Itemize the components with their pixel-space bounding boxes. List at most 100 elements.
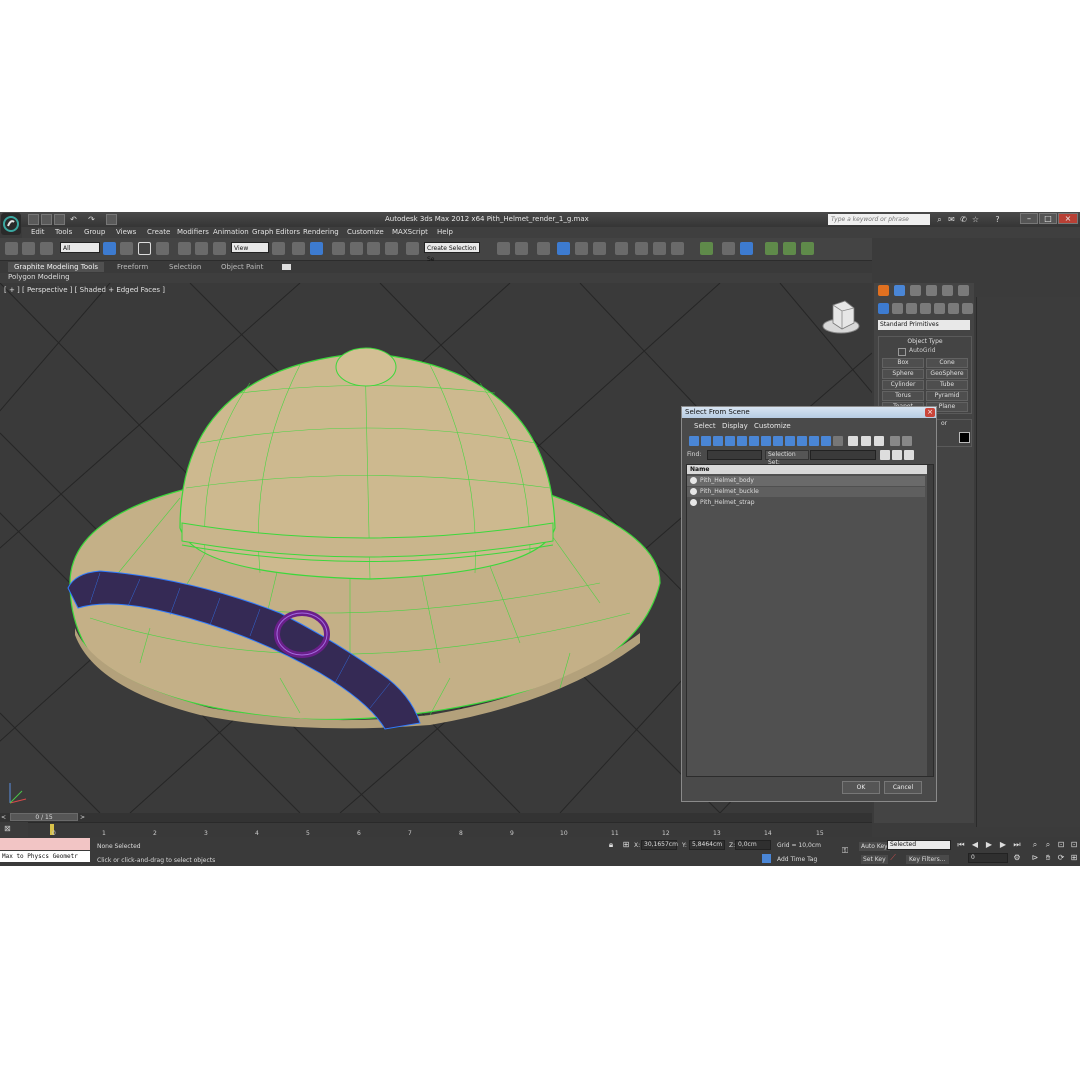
mini-curve-editor-icon[interactable]: ⊠: [4, 824, 18, 835]
schematic-view-icon[interactable]: [593, 242, 606, 255]
menu-graph-editors[interactable]: Graph Editors: [252, 228, 300, 236]
tab-graphite-modeling-tools[interactable]: Graphite Modeling Tools: [8, 262, 105, 272]
menu-group[interactable]: Group: [84, 228, 105, 236]
menu-help[interactable]: Help: [437, 228, 453, 236]
move-icon[interactable]: [178, 242, 191, 255]
auto-key-button[interactable]: Auto Key: [859, 842, 890, 851]
tube-button[interactable]: Tube: [926, 380, 968, 390]
tab-polygon-modeling[interactable]: Polygon Modeling: [8, 273, 70, 281]
list-item[interactable]: Pith_Helmet_body: [687, 476, 925, 486]
display-shapes-icon[interactable]: [701, 436, 711, 446]
pyramid-button[interactable]: Pyramid: [926, 391, 968, 401]
curve-editor-icon[interactable]: [575, 242, 588, 255]
track-bar[interactable]: 0 1 2 3 4 5 6 7 8 9 10 11 12 13 14 15: [28, 822, 872, 838]
new-file-icon[interactable]: [28, 214, 39, 225]
undo-icon[interactable]: ↶: [68, 214, 79, 225]
ok-button[interactable]: OK: [842, 781, 880, 794]
object-list[interactable]: Name Pith_Helmet_body Pith_Helmet_buckle…: [686, 464, 934, 777]
select-manipulate-icon[interactable]: [292, 242, 305, 255]
torus-button[interactable]: Torus: [882, 391, 924, 401]
box-button[interactable]: Box: [882, 358, 924, 368]
motion-tab-icon[interactable]: [926, 285, 937, 296]
key-filters-button[interactable]: Key Filters...: [906, 855, 949, 864]
app-logo-icon[interactable]: [1, 213, 21, 235]
list-item[interactable]: Pith_Helmet_strap: [687, 498, 925, 508]
maxscript-listener-output[interactable]: [0, 838, 90, 850]
window-crossing-icon[interactable]: [156, 242, 169, 255]
time-slider[interactable]: < 0 / 15 >: [0, 813, 872, 822]
render-production-icon[interactable]: [671, 242, 684, 255]
display-groups-icon[interactable]: [761, 436, 771, 446]
geosphere-button[interactable]: GeoSphere: [926, 369, 968, 379]
selection-set-add-icon[interactable]: [880, 450, 890, 460]
select-object-icon[interactable]: [103, 242, 116, 255]
help-icon[interactable]: ?: [992, 214, 1003, 225]
unlink-icon[interactable]: [22, 242, 35, 255]
filter-options-icon[interactable]: [902, 436, 912, 446]
redo-icon[interactable]: ↷: [86, 214, 97, 225]
selection-set-remove-icon[interactable]: [892, 450, 902, 460]
graphite-toggle-icon[interactable]: [557, 242, 570, 255]
list-item[interactable]: Pith_Helmet_buckle: [687, 487, 925, 497]
add-time-tag-button[interactable]: Add Time Tag: [777, 856, 817, 863]
display-none-icon[interactable]: [848, 436, 858, 446]
pan-view-icon[interactable]: ✋︎: [1043, 853, 1053, 863]
shapes-icon[interactable]: [892, 303, 903, 314]
create-tab-icon[interactable]: [878, 285, 889, 296]
reference-coordinate-select[interactable]: View: [231, 242, 269, 253]
display-geometry-icon[interactable]: [689, 436, 699, 446]
primitive-category-select[interactable]: Standard Primitives: [878, 320, 970, 330]
name-color-title[interactable]: or: [941, 420, 947, 427]
link-icon[interactable]: [5, 242, 18, 255]
filter-icon[interactable]: [890, 436, 900, 446]
maxscript-listener-input[interactable]: Max to Physcs Geometr: [0, 851, 90, 862]
extra-tool-6-icon[interactable]: [801, 242, 814, 255]
set-key-mode-icon[interactable]: ⟋: [888, 853, 898, 863]
display-all-icon[interactable]: [833, 436, 843, 446]
play-icon[interactable]: ▶: [984, 840, 994, 850]
tab-freeform[interactable]: Freeform: [117, 262, 148, 272]
find-input[interactable]: [707, 450, 762, 460]
sphere-button[interactable]: Sphere: [882, 369, 924, 379]
named-selection-select[interactable]: Create Selection Se: [424, 242, 480, 263]
bind-space-warp-icon[interactable]: [40, 242, 53, 255]
snap-toggle-icon[interactable]: [332, 242, 345, 255]
orbit-icon[interactable]: ⟳: [1056, 853, 1066, 863]
space-warps-icon[interactable]: [948, 303, 959, 314]
search-input[interactable]: Type a keyword or phrase: [828, 214, 930, 225]
systems-icon[interactable]: [962, 303, 973, 314]
current-frame-field[interactable]: 0: [968, 853, 1008, 863]
tab-selection[interactable]: Selection: [169, 262, 201, 272]
selection-set-options-icon[interactable]: [904, 450, 914, 460]
cylinder-button[interactable]: Cylinder: [882, 380, 924, 390]
dialog-menu-customize[interactable]: Customize: [754, 422, 791, 430]
edit-named-selection-icon[interactable]: [406, 242, 419, 255]
open-file-icon[interactable]: [41, 214, 52, 225]
dialog-menu-display[interactable]: Display: [722, 422, 748, 430]
y-coordinate-field[interactable]: 5,8464cm: [689, 840, 725, 850]
cameras-icon[interactable]: [920, 303, 931, 314]
minimize-button[interactable]: –: [1020, 213, 1038, 224]
layer-manager-icon[interactable]: [537, 242, 550, 255]
ribbon-options-icon[interactable]: [282, 264, 291, 270]
subscription-icon[interactable]: ✉: [946, 214, 957, 225]
display-cameras-icon[interactable]: [725, 436, 735, 446]
dialog-close-button[interactable]: ×: [925, 408, 935, 417]
select-by-name-icon[interactable]: [120, 242, 133, 255]
rendered-frame-icon[interactable]: [653, 242, 666, 255]
time-prev-icon[interactable]: <: [1, 814, 8, 821]
rectangular-selection-icon[interactable]: [138, 242, 151, 255]
object-type-title[interactable]: Object Type: [879, 338, 971, 345]
angle-snap-icon[interactable]: [350, 242, 363, 255]
z-coordinate-field[interactable]: 0,0cm: [735, 840, 771, 850]
zoom-extents-icon[interactable]: ⊡: [1056, 840, 1066, 850]
time-tag-icon[interactable]: [762, 854, 771, 863]
absolute-mode-icon[interactable]: ⊞: [621, 840, 631, 850]
favorites-icon[interactable]: ☆: [970, 214, 981, 225]
display-xrefs-icon[interactable]: [773, 436, 783, 446]
time-slider-thumb[interactable]: 0 / 15: [10, 813, 78, 821]
next-frame-icon[interactable]: ▶: [998, 840, 1008, 850]
extra-tool-2-icon[interactable]: [722, 242, 735, 255]
geometry-icon[interactable]: [878, 303, 889, 314]
menu-edit[interactable]: Edit: [31, 228, 45, 236]
